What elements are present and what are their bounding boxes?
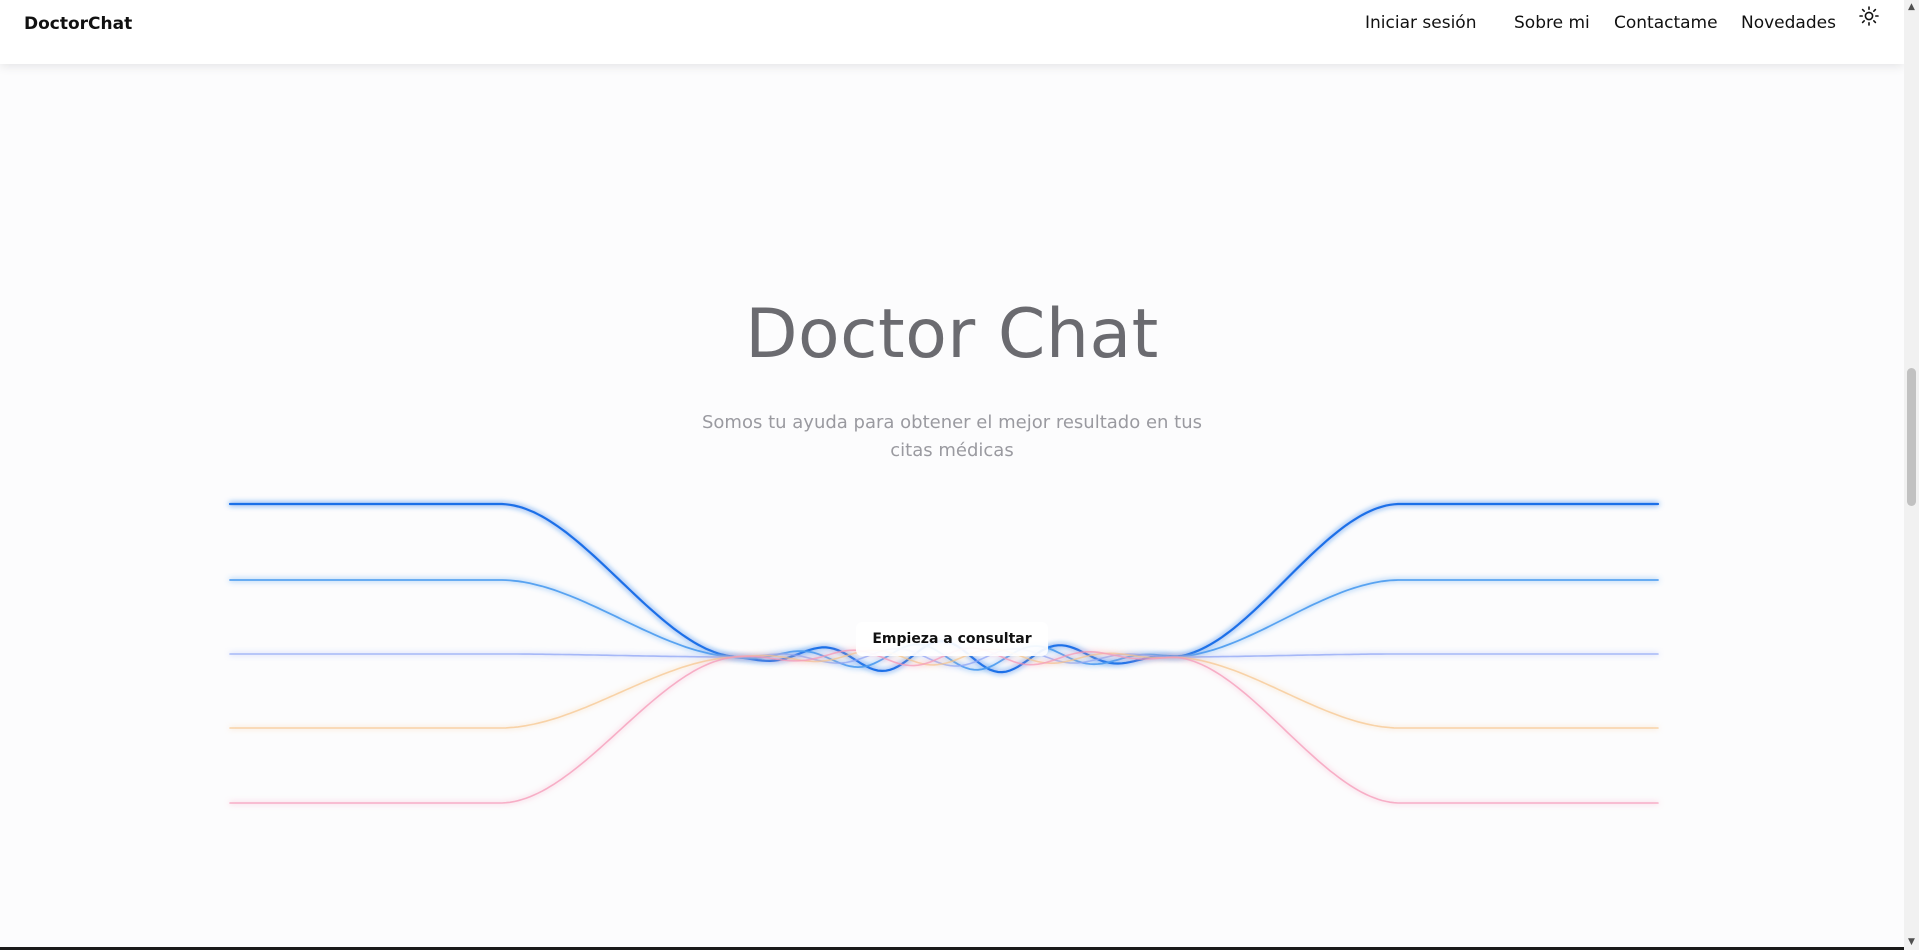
- scrollbar-thumb[interactable]: [1907, 368, 1916, 506]
- page-scrollbar[interactable]: ▲ ▼: [1904, 0, 1919, 950]
- hero-title: Doctor Chat: [745, 295, 1159, 374]
- nav-login-link[interactable]: Iniciar sesión: [1365, 13, 1476, 33]
- wave-line-pink: [229, 647, 1659, 804]
- nav-about-link[interactable]: Sobre mi: [1514, 13, 1590, 33]
- scroll-down-arrow-icon[interactable]: ▼: [1904, 935, 1919, 950]
- nav-news-link[interactable]: Novedades: [1741, 13, 1836, 33]
- top-navbar: DoctorChat Iniciar sesión Sobre mi Conta…: [0, 0, 1904, 64]
- wave-lines-graphic: [228, 502, 1660, 804]
- sun-icon: [1859, 6, 1879, 26]
- theme-toggle-button[interactable]: [1858, 5, 1880, 27]
- scroll-up-arrow-icon[interactable]: ▲: [1904, 0, 1919, 15]
- page: DoctorChat Iniciar sesión Sobre mi Conta…: [0, 0, 1919, 950]
- nav-contact-link[interactable]: Contactame: [1614, 13, 1718, 33]
- hero-subtitle: Somos tu ayuda para obtener el mejor res…: [701, 412, 1203, 461]
- brand-logo-link[interactable]: DoctorChat: [24, 14, 132, 34]
- wave-line-orange: [229, 648, 1659, 729]
- start-consulting-button[interactable]: Empieza a consultar: [856, 622, 1048, 656]
